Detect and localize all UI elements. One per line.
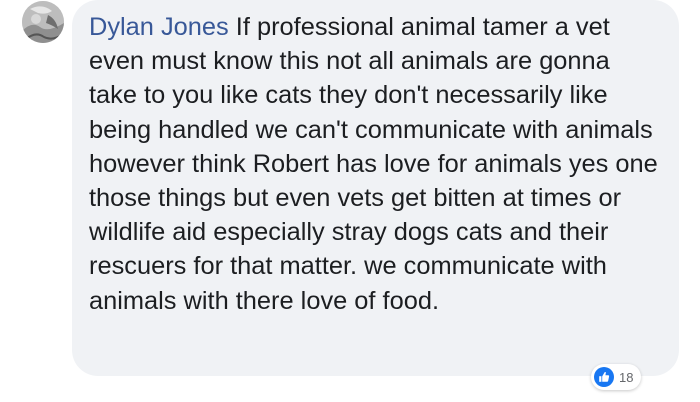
like-icon — [594, 367, 614, 387]
comment-thread: Dylan Jones If professional animal tamer… — [0, 0, 700, 402]
avatar[interactable] — [22, 1, 64, 43]
reactions-badge[interactable]: 18 — [591, 364, 642, 390]
author-name[interactable]: Dylan Jones — [89, 13, 229, 41]
reaction-count: 18 — [619, 369, 634, 385]
comment-bubble: Dylan Jones If professional animal tamer… — [72, 0, 679, 376]
comment-text: If professional animal tamer a vet even … — [89, 13, 658, 315]
comment-body: Dylan Jones If professional animal tamer… — [89, 10, 661, 318]
avatar-image — [22, 1, 64, 43]
